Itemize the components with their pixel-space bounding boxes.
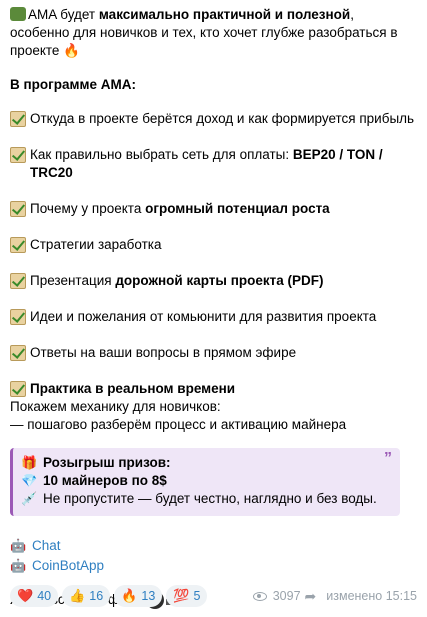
giveaway-title: Розыгрыш призов: xyxy=(43,455,171,470)
checkbox-icon xyxy=(10,111,26,127)
giveaway-prize: 10 майнеров по 8$ xyxy=(43,473,167,488)
coinbotapp-link[interactable]: 🤖 CoinBotApp xyxy=(10,556,417,576)
list-item: Идеи и пожелания от комьюнити для развит… xyxy=(10,308,417,326)
list-item: Как правильно выбрать сеть для оплаты: B… xyxy=(10,146,417,182)
links-block: 🤖 Chat 🤖 CoinBotApp xyxy=(10,536,417,576)
thumbs-up-icon: 👍 xyxy=(69,588,86,603)
diamond-icon: 💎 xyxy=(21,473,38,488)
fire-icon: 🔥 xyxy=(121,588,138,603)
list-item: Откуда в проекте берётся доход и как фор… xyxy=(10,110,417,128)
reaction-heart[interactable]: ❤️ 40 xyxy=(10,585,59,607)
reaction-hundred[interactable]: 💯 5 xyxy=(166,585,208,607)
share-icon[interactable]: ➦ xyxy=(305,588,317,605)
avatar-icon xyxy=(10,7,26,21)
program-list: Откуда в проекте берётся доход и как фор… xyxy=(10,110,417,398)
checkbox-icon xyxy=(10,201,26,217)
program-title: В программе АМА: xyxy=(10,77,136,92)
gift-icon: 🎁 xyxy=(21,455,38,470)
chat-link[interactable]: 🤖 Chat xyxy=(10,536,417,556)
list-item: Практика в реальном времени xyxy=(10,380,417,398)
list-item: Почему у проекта огромный потенциал рост… xyxy=(10,200,417,218)
heart-icon: ❤️ xyxy=(17,588,34,603)
fire-icon: 🔥 xyxy=(63,43,81,58)
edited-time: изменено 15:15 xyxy=(326,589,417,603)
reaction-fire[interactable]: 🔥 13 xyxy=(114,585,163,607)
practice-line: — пошагово разберём процесс и активацию … xyxy=(10,417,347,432)
checkbox-icon xyxy=(10,381,26,397)
view-count: 3097 xyxy=(272,589,301,603)
message-meta: 3097 ➦ изменено 15:15 xyxy=(249,588,417,605)
reaction-thumbs-up[interactable]: 👍 16 xyxy=(62,585,111,607)
checkbox-icon xyxy=(10,273,26,289)
eye-icon xyxy=(252,591,267,601)
message-footer: ❤️ 40 👍 16 🔥 13 💯 5 3097 ➦ изменено 15:1… xyxy=(10,585,417,607)
giveaway-quote: ” 🎁 Розыгрыш призов: 💎 10 майнеров по 8$… xyxy=(10,448,400,516)
list-item: Презентация дорожной карты проекта (PDF) xyxy=(10,272,417,290)
message-bubble: AMA будет максимально практичной и полез… xyxy=(0,0,427,617)
quote-icon: ” xyxy=(384,450,392,467)
practice-line: Покажем механику для новичков: xyxy=(10,399,221,414)
checkbox-icon xyxy=(10,147,26,163)
syringe-icon: 💉 xyxy=(21,491,38,506)
list-item: Ответы на ваши вопросы в прямом эфире xyxy=(10,344,417,362)
robot-face-icon: 🤖 xyxy=(10,538,27,553)
intro-text: AMA будет максимально практичной и полез… xyxy=(10,7,398,58)
checkbox-icon xyxy=(10,309,26,325)
robot-icon: 🤖 xyxy=(10,558,27,573)
giveaway-note: Не пропустите — будет честно, наглядно и… xyxy=(43,491,377,506)
list-item: Стратегии заработка xyxy=(10,236,417,254)
hundred-icon: 💯 xyxy=(173,588,190,603)
checkbox-icon xyxy=(10,237,26,253)
checkbox-icon xyxy=(10,345,26,361)
